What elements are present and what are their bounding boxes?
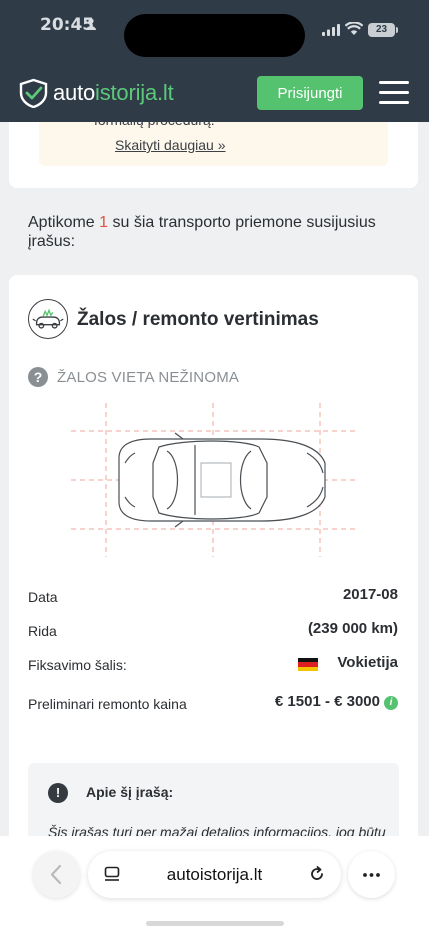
logo-text: autoistorija.lt — [53, 80, 174, 105]
battery-tip — [396, 27, 398, 33]
country-row: Fiksavimo šalis: Vokietija — [28, 654, 398, 676]
chevron-left-icon — [50, 864, 62, 885]
repair-price-value: € 1501 - € 3000 i — [275, 693, 398, 710]
repair-price-row: Preliminari remonto kaina € 1501 - € 300… — [28, 693, 398, 715]
logo-shield-icon — [19, 78, 48, 108]
address-bar[interactable]: autoistorija.lt — [88, 851, 341, 898]
record-title: Žalos / remonto vertinimas — [77, 309, 319, 330]
battery-indicator: 23 — [368, 23, 395, 37]
mileage-value: (239 000 km) — [307, 620, 398, 637]
browser-toolbar: autoistorija.lt — [0, 836, 429, 931]
germany-flag-icon — [298, 658, 318, 671]
records-count: 1 — [99, 214, 109, 231]
person-icon — [86, 18, 96, 30]
login-button[interactable]: Prisijungti — [257, 76, 363, 110]
records-found-text: Aptikome 1 su šia transporto priemone su… — [28, 214, 376, 250]
exclamation-icon: ! — [48, 783, 68, 803]
back-button[interactable] — [33, 851, 80, 898]
site-header: 20:45 23 autoistorija.lt Prisijungti — [0, 0, 429, 122]
reload-icon[interactable] — [308, 865, 326, 883]
info-icon[interactable]: i — [384, 696, 398, 710]
more-options-button[interactable] — [348, 851, 395, 898]
date-label: Data — [28, 589, 58, 605]
damage-location-text: ŽALOS VIETA NEŽINOMA — [57, 369, 240, 386]
signal-icon — [322, 24, 340, 36]
repair-price-label: Preliminari remonto kaina — [28, 696, 187, 712]
car-diagram — [71, 403, 355, 557]
about-title: Apie šį įrašą: — [86, 784, 174, 800]
home-indicator — [146, 921, 284, 926]
status-bar: 20:45 23 — [0, 0, 429, 57]
question-icon: ? — [28, 367, 48, 387]
url-text: autoistorija.lt — [166, 865, 263, 884]
more-dots-icon — [363, 873, 380, 877]
read-more-link[interactable]: Skaityti daugiau » — [115, 137, 226, 153]
car-damage-icon — [28, 299, 68, 339]
date-row: Data 2017-08 — [28, 586, 398, 608]
mileage-row: Rida (239 000 km) — [28, 620, 398, 642]
mileage-label: Rida — [28, 623, 57, 639]
hamburger-menu-icon[interactable] — [379, 81, 411, 105]
country-value: Vokietija — [337, 654, 398, 671]
dynamic-island — [124, 14, 305, 57]
damage-record-card: Žalos / remonto vertinimas ? ŽALOS VIETA… — [9, 275, 418, 915]
site-logo[interactable]: autoistorija.lt — [18, 78, 174, 108]
car-outline — [118, 432, 326, 528]
country-label: Fiksavimo šalis: — [28, 657, 127, 673]
date-value: 2017-08 — [342, 586, 398, 603]
wifi-icon — [345, 22, 363, 35]
